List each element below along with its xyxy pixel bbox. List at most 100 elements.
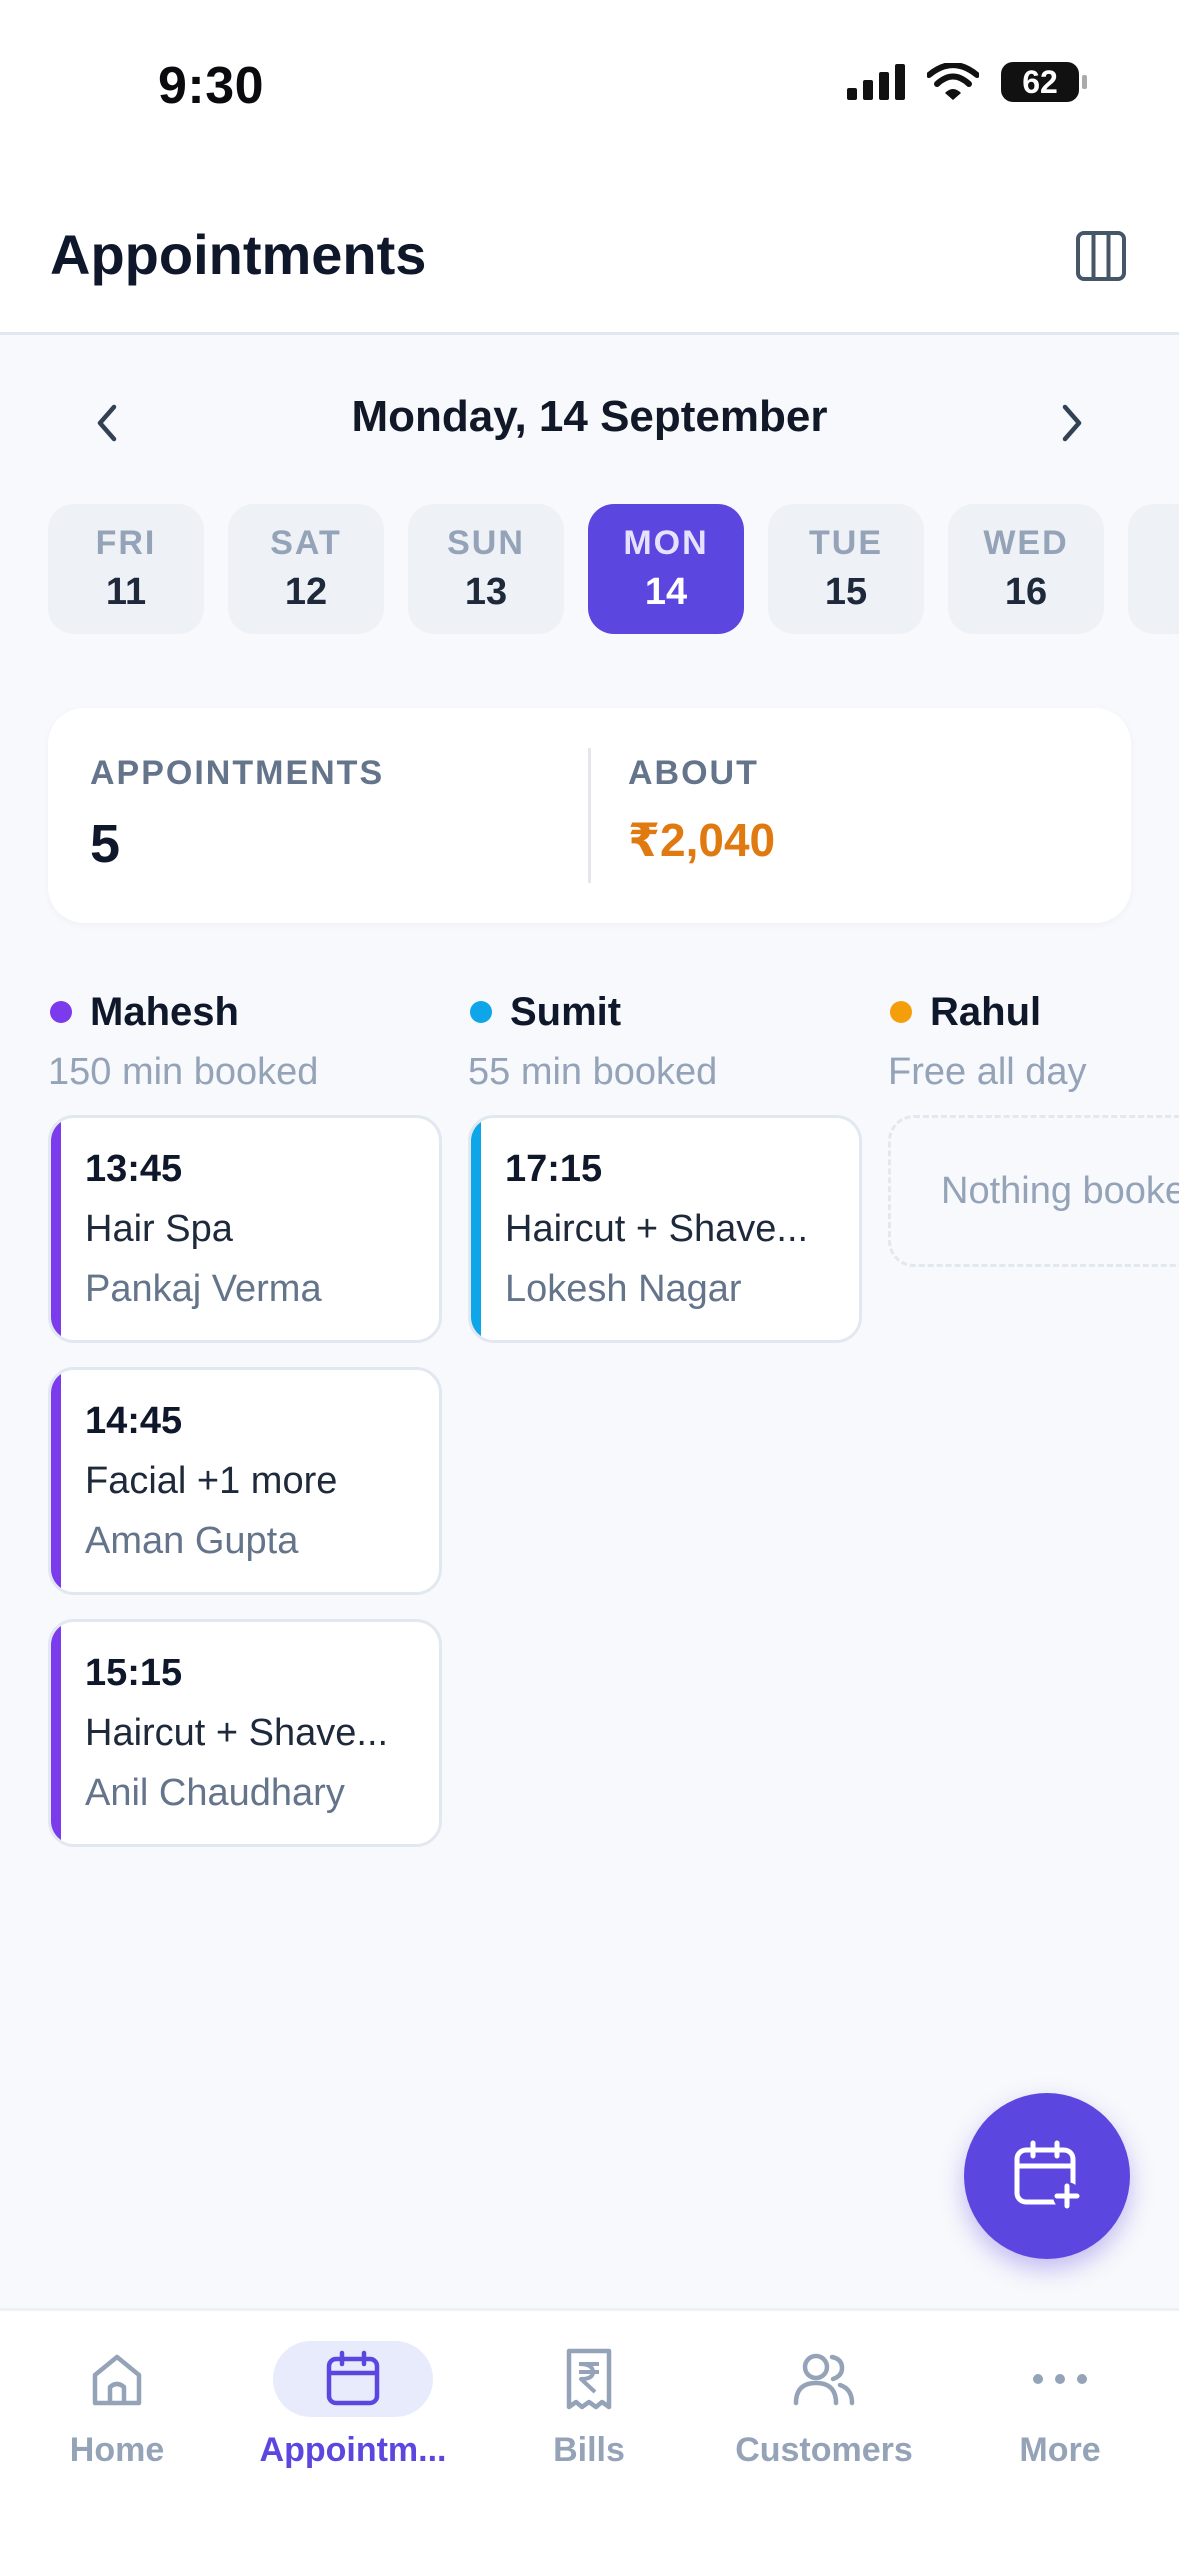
day-name: MON xyxy=(623,524,709,562)
appointment-accent-bar xyxy=(471,1118,481,1340)
about-revenue-block: ABOUT ₹2,040 xyxy=(628,754,775,867)
appointment-card[interactable]: 14:45 Facial +1 more Aman Gupta xyxy=(48,1367,442,1595)
tab-label: Home xyxy=(69,2431,165,2469)
staff-color-dot xyxy=(470,1001,492,1023)
staff-column-rahul: Rahul Free all day Nothing booked xyxy=(888,985,1179,1267)
tab-icon-wrap xyxy=(37,2341,197,2417)
page-title: Appointments xyxy=(50,223,427,286)
appointment-accent-bar xyxy=(51,1118,61,1340)
appointments-label: APPOINTMENTS xyxy=(90,754,385,792)
day-number: 12 xyxy=(284,571,328,613)
staff-name: Sumit xyxy=(510,990,622,1034)
tab-icon-wrap xyxy=(980,2341,1140,2417)
battery-indicator: 62 xyxy=(1001,62,1087,102)
appointment-service: Hair Spa xyxy=(85,1208,233,1250)
staff-header: Sumit 55 min booked xyxy=(468,985,862,1115)
staff-column-sumit: Sumit 55 min booked 17:15 Haircut + Shav… xyxy=(468,985,862,1367)
staff-booked-time: 150 min booked xyxy=(48,1051,319,1093)
staff-header: Rahul Free all day xyxy=(888,985,1179,1115)
day-name: SAT xyxy=(270,524,342,562)
status-bar: 9:30 62 xyxy=(0,0,1179,170)
day-chip-fri[interactable]: FRI 11 xyxy=(48,504,204,634)
appointment-service: Haircut + Shave... xyxy=(505,1208,809,1250)
day-chip-thu[interactable]: T xyxy=(1128,504,1179,634)
current-date-label: Monday, 14 September xyxy=(351,392,828,441)
staff-column-mahesh: Mahesh 150 min booked 13:45 Hair Spa Pan… xyxy=(48,985,442,1871)
tab-label: Bills xyxy=(553,2431,625,2469)
day-chip-sun[interactable]: SUN 13 xyxy=(408,504,564,634)
appointment-accent-bar xyxy=(51,1370,61,1592)
appointment-card[interactable]: 13:45 Hair Spa Pankaj Verma xyxy=(48,1115,442,1343)
day-number: 11 xyxy=(105,571,147,613)
home-icon xyxy=(92,2354,142,2406)
appointment-time: 15:15 xyxy=(85,1652,183,1694)
tab-bills[interactable]: Bills xyxy=(489,2341,689,2501)
appointment-client: Lokesh Nagar xyxy=(505,1268,742,1310)
staff-name: Rahul xyxy=(930,990,1042,1034)
next-day-button[interactable] xyxy=(1047,398,1097,448)
staff-name: Mahesh xyxy=(90,990,239,1034)
appointment-accent-bar xyxy=(51,1622,61,1844)
appointment-service: Facial +1 more xyxy=(85,1460,338,1502)
tab-customers[interactable]: Customers xyxy=(724,2341,924,2501)
day-number: 16 xyxy=(1004,571,1048,613)
day-chip-wed[interactable]: WED 16 xyxy=(948,504,1104,634)
appointment-time: 14:45 xyxy=(85,1400,183,1442)
status-icons: 62 xyxy=(847,62,1087,102)
tab-more[interactable]: More xyxy=(960,2341,1160,2501)
appointment-card[interactable]: 15:15 Haircut + Shave... Anil Chaudhary xyxy=(48,1619,442,1847)
day-number: 14 xyxy=(644,571,688,613)
calendar-plus-icon xyxy=(1014,2140,1081,2210)
calendar-icon xyxy=(326,2350,380,2406)
cellular-signal-icon xyxy=(847,64,905,100)
tab-label: Customers xyxy=(735,2431,913,2469)
day-name: SUN xyxy=(447,524,525,562)
appointment-client: Pankaj Verma xyxy=(85,1268,322,1310)
add-appointment-button[interactable] xyxy=(964,2093,1130,2259)
day-chip-sat[interactable]: SAT 12 xyxy=(228,504,384,634)
appointment-time: 13:45 xyxy=(85,1148,183,1190)
tab-icon-wrap xyxy=(744,2341,904,2417)
wifi-icon xyxy=(927,63,979,100)
app-header: Appointments xyxy=(0,170,1179,335)
empty-schedule-text: Nothing booked xyxy=(941,1169,1179,1212)
appointment-time: 17:15 xyxy=(505,1148,603,1190)
staff-color-dot xyxy=(890,1001,912,1023)
day-name: WED xyxy=(983,524,1069,562)
about-amount: ₹2,040 xyxy=(628,814,776,866)
appointment-client: Anil Chaudhary xyxy=(85,1772,345,1814)
day-name: FRI xyxy=(95,524,157,562)
appointment-service: Haircut + Shave... xyxy=(85,1712,389,1754)
appointment-card[interactable]: 17:15 Haircut + Shave... Lokesh Nagar xyxy=(468,1115,862,1343)
status-time: 9:30 xyxy=(158,57,265,115)
staff-booked-time: Free all day xyxy=(888,1051,1087,1093)
tab-appointments[interactable]: Appointm... xyxy=(253,2341,453,2501)
tab-icon-wrap xyxy=(273,2341,433,2417)
tab-icon-wrap xyxy=(509,2341,669,2417)
appointments-count-block: APPOINTMENTS 5 xyxy=(90,754,384,875)
day-name: TUE xyxy=(809,524,883,562)
day-number: 15 xyxy=(824,571,868,613)
columns-view-button[interactable] xyxy=(1073,228,1129,284)
tab-label: Appointm... xyxy=(259,2431,447,2469)
staff-columns: Mahesh 150 min booked 13:45 Hair Spa Pan… xyxy=(48,985,1179,1885)
day-summary-card: APPOINTMENTS 5 ABOUT ₹2,040 xyxy=(48,708,1131,923)
day-chip-mon[interactable]: MON 14 xyxy=(588,504,744,634)
empty-schedule-placeholder: Nothing booked xyxy=(888,1115,1179,1267)
about-label: ABOUT xyxy=(628,754,759,792)
day-number: 13 xyxy=(464,571,508,613)
tab-label: More xyxy=(1019,2431,1101,2469)
receipt-rupee-icon xyxy=(566,2348,612,2410)
staff-header: Mahesh 150 min booked xyxy=(48,985,442,1115)
appointments-count: 5 xyxy=(90,814,121,874)
bottom-tab-bar: Home Appointm... Bills Customers More xyxy=(0,2308,1179,2556)
tab-home[interactable]: Home xyxy=(17,2341,217,2501)
columns-icon xyxy=(1076,231,1126,281)
chevron-right-icon xyxy=(1062,404,1082,442)
date-navigation: Monday, 14 September xyxy=(0,380,1179,460)
appointment-client: Aman Gupta xyxy=(85,1520,299,1562)
staff-color-dot xyxy=(50,1001,72,1023)
staff-booked-time: 55 min booked xyxy=(468,1051,718,1093)
day-chip-tue[interactable]: TUE 15 xyxy=(768,504,924,634)
users-icon xyxy=(793,2353,855,2406)
